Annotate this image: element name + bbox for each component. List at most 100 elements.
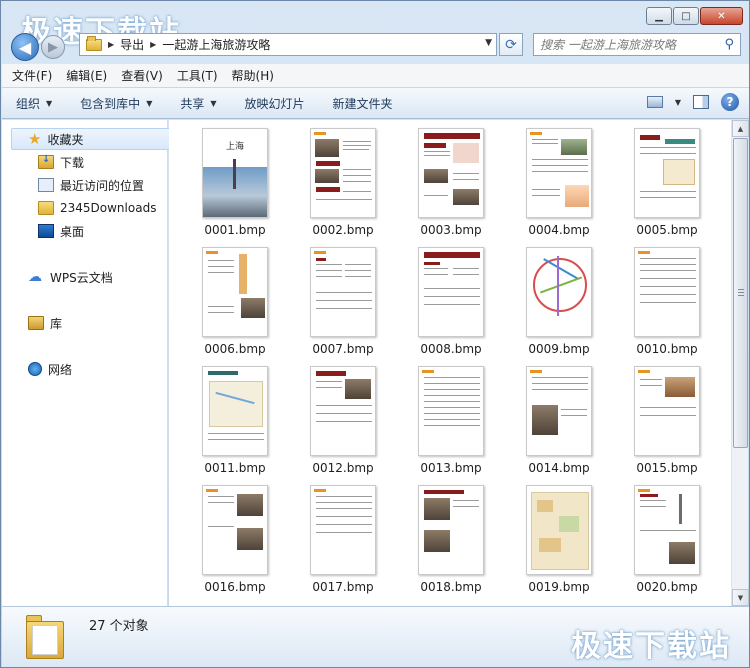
sidebar-item-label: 收藏夹 bbox=[47, 132, 84, 147]
file-item-0008[interactable]: 0008.bmp bbox=[401, 247, 501, 365]
scroll-up-arrow-icon[interactable]: ▲ bbox=[732, 120, 749, 137]
slideshow-button[interactable]: 放映幻灯片 bbox=[245, 95, 305, 112]
file-thumbnail bbox=[310, 366, 376, 456]
sidebar-item-2345downloads[interactable]: 2345Downloads bbox=[2, 197, 167, 219]
file-thumbnail bbox=[526, 247, 592, 337]
forward-arrow-icon: ▶ bbox=[48, 39, 58, 55]
forward-button[interactable]: ▶ bbox=[41, 35, 65, 59]
address-dropdown-icon[interactable]: ▼ bbox=[485, 38, 492, 48]
file-item-0011[interactable]: 0011.bmp bbox=[185, 366, 285, 484]
watermark-logo-bottom: 极速下载站 bbox=[571, 629, 731, 664]
file-item-0019[interactable]: 0019.bmp bbox=[509, 485, 609, 603]
close-button[interactable]: ✕ bbox=[700, 7, 743, 25]
new-folder-button[interactable]: 新建文件夹 bbox=[333, 95, 393, 112]
organize-button[interactable]: 组织 ▼ bbox=[16, 95, 52, 112]
file-name: 0002.bmp bbox=[312, 223, 374, 237]
file-thumbnail bbox=[418, 247, 484, 337]
recent-places-icon bbox=[38, 178, 54, 192]
file-item-0017[interactable]: 0017.bmp bbox=[293, 485, 393, 603]
refresh-button[interactable]: ⟳ bbox=[499, 33, 523, 56]
back-arrow-icon: ◀ bbox=[18, 37, 32, 57]
file-name: 0009.bmp bbox=[528, 342, 590, 356]
folder-large-icon bbox=[26, 615, 64, 659]
help-icon[interactable]: ? bbox=[721, 93, 739, 111]
file-item-0002[interactable]: 0002.bmp bbox=[293, 128, 393, 246]
include-in-library-button[interactable]: 包含到库中 ▼ bbox=[80, 95, 152, 112]
file-thumbnail bbox=[418, 128, 484, 218]
menu-tools[interactable]: 工具(T) bbox=[177, 67, 218, 84]
minimize-button[interactable]: ▁ bbox=[646, 7, 672, 25]
file-item-0018[interactable]: 0018.bmp bbox=[401, 485, 501, 603]
explorer-window: 极速下载站 ▁ □ ✕ ◀ ▶ ▶ 导出 ▶ 一起游上海旅游攻略 ▼ ⟳ ⚲ 文… bbox=[0, 0, 750, 668]
file-thumbnail bbox=[634, 485, 700, 575]
sidebar-item-network[interactable]: 网络 bbox=[2, 358, 167, 380]
file-thumbnail bbox=[202, 247, 268, 337]
item-count: 27 个对象 bbox=[89, 619, 149, 634]
search-box[interactable]: ⚲ bbox=[533, 33, 741, 56]
file-name: 0016.bmp bbox=[204, 580, 266, 594]
chevron-down-icon: ▼ bbox=[210, 98, 217, 108]
breadcrumb-chevron-icon[interactable]: ▶ bbox=[108, 40, 114, 49]
sidebar-item-recent-places[interactable]: 最近访问的位置 bbox=[2, 174, 167, 196]
file-name: 0014.bmp bbox=[528, 461, 590, 475]
menu-bar: 文件(F) 编辑(E) 查看(V) 工具(T) 帮助(H) bbox=[2, 63, 749, 87]
file-name: 0005.bmp bbox=[636, 223, 698, 237]
menu-view[interactable]: 查看(V) bbox=[121, 67, 163, 84]
file-item-0009[interactable]: 0009.bmp bbox=[509, 247, 609, 365]
file-thumbnail bbox=[310, 485, 376, 575]
file-item-0007[interactable]: 0007.bmp bbox=[293, 247, 393, 365]
downloads-folder-icon bbox=[38, 154, 54, 169]
sidebar-item-label: 2345Downloads bbox=[60, 201, 157, 215]
chevron-down-icon: ▼ bbox=[46, 98, 53, 108]
file-item-0012[interactable]: 0012.bmp bbox=[293, 366, 393, 484]
file-item-0020[interactable]: 0020.bmp bbox=[617, 485, 717, 603]
file-item-0005[interactable]: 0005.bmp bbox=[617, 128, 717, 246]
vertical-scrollbar[interactable]: ▲ ▼ bbox=[731, 120, 749, 606]
sidebar-item-label: 桌面 bbox=[60, 224, 85, 239]
sidebar-item-label: 网络 bbox=[48, 362, 73, 377]
menu-file[interactable]: 文件(F) bbox=[12, 67, 52, 84]
file-item-0004[interactable]: 0004.bmp bbox=[509, 128, 609, 246]
chevron-down-icon: ▼ bbox=[146, 98, 153, 108]
scrollbar-thumb[interactable] bbox=[733, 138, 748, 448]
file-item-0001[interactable]: 上海 0001.bmp bbox=[185, 128, 285, 246]
share-button[interactable]: 共享 ▼ bbox=[180, 95, 216, 112]
menu-edit[interactable]: 编辑(E) bbox=[66, 67, 107, 84]
maximize-button[interactable]: □ bbox=[673, 7, 699, 25]
breadcrumb-chevron-icon[interactable]: ▶ bbox=[150, 40, 156, 49]
file-item-0003[interactable]: 0003.bmp bbox=[401, 128, 501, 246]
file-item-0016[interactable]: 0016.bmp bbox=[185, 485, 285, 603]
sidebar-item-library[interactable]: 库 bbox=[2, 312, 167, 334]
sidebar-item-downloads[interactable]: 下载 bbox=[2, 151, 167, 173]
sidebar-item-favorites[interactable]: ★ 收藏夹 bbox=[11, 128, 173, 150]
sidebar-item-wps-cloud[interactable]: ☁ WPS云文档 bbox=[2, 266, 167, 288]
file-name: 0013.bmp bbox=[420, 461, 482, 475]
file-name: 0010.bmp bbox=[636, 342, 698, 356]
file-item-0006[interactable]: 0006.bmp bbox=[185, 247, 285, 365]
breadcrumb-export[interactable]: 导出 bbox=[120, 36, 144, 53]
sidebar-item-desktop[interactable]: 桌面 bbox=[2, 220, 167, 242]
back-button[interactable]: ◀ bbox=[11, 33, 39, 61]
file-thumbnail bbox=[634, 366, 700, 456]
sidebar-item-label: WPS云文档 bbox=[50, 270, 113, 285]
file-name: 0007.bmp bbox=[312, 342, 374, 356]
file-thumbnail bbox=[418, 366, 484, 456]
cover-title: 上海 bbox=[225, 142, 244, 152]
file-item-0014[interactable]: 0014.bmp bbox=[509, 366, 609, 484]
caption-buttons: ▁ □ ✕ bbox=[646, 7, 743, 25]
menu-help[interactable]: 帮助(H) bbox=[232, 67, 274, 84]
view-dropdown-icon[interactable]: ▼ bbox=[675, 98, 681, 107]
include-library-label: 包含到库中 bbox=[80, 96, 141, 111]
breadcrumb-current-folder[interactable]: 一起游上海旅游攻略 bbox=[162, 36, 270, 53]
change-view-icon[interactable] bbox=[646, 96, 663, 108]
search-icon[interactable]: ⚲ bbox=[724, 37, 734, 52]
folder-icon bbox=[86, 35, 102, 51]
file-item-0010[interactable]: 0010.bmp bbox=[617, 247, 717, 365]
scroll-down-arrow-icon[interactable]: ▼ bbox=[732, 589, 749, 606]
address-bar[interactable]: ▶ 导出 ▶ 一起游上海旅游攻略 ▼ bbox=[79, 33, 497, 56]
search-input[interactable] bbox=[540, 37, 725, 52]
file-item-0013[interactable]: 0013.bmp bbox=[401, 366, 501, 484]
library-icon bbox=[28, 316, 44, 330]
preview-pane-icon[interactable] bbox=[693, 95, 709, 109]
file-item-0015[interactable]: 0015.bmp bbox=[617, 366, 717, 484]
